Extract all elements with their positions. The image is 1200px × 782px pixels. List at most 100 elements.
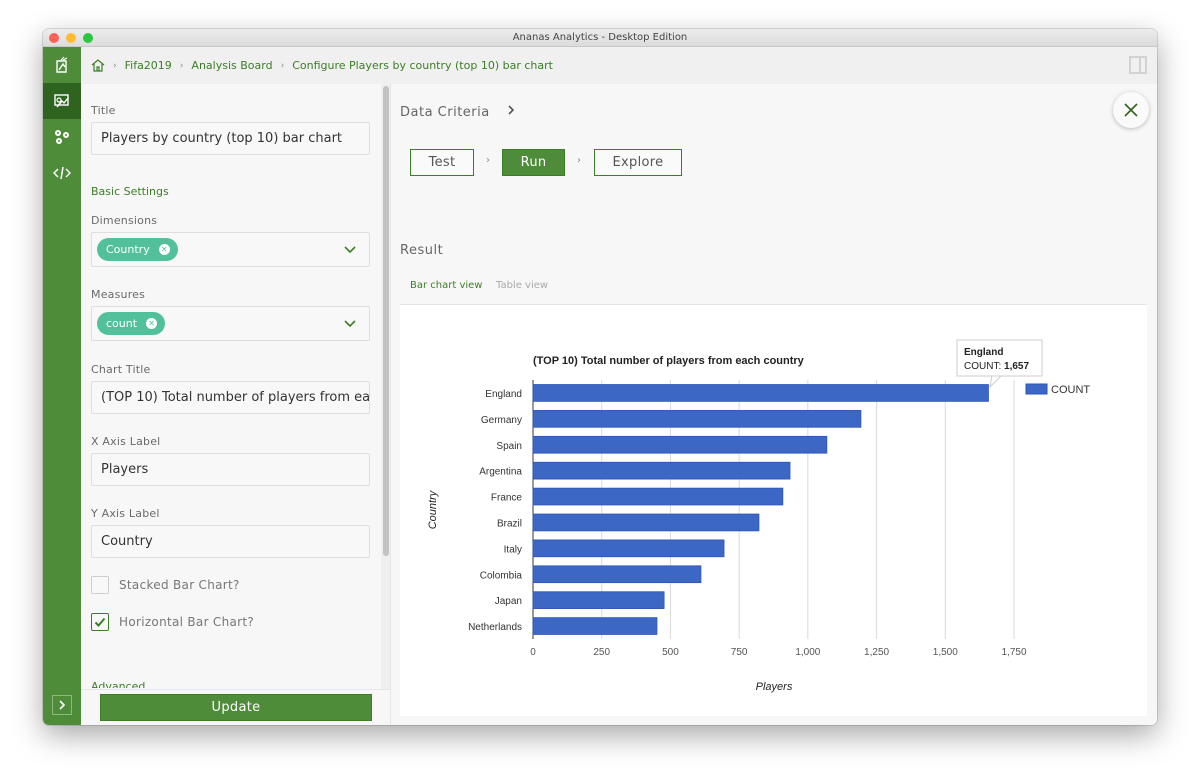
expand-rail-button[interactable]	[52, 695, 72, 715]
x-tick-label: 500	[662, 647, 679, 658]
rail-item-settings[interactable]	[43, 119, 81, 155]
rail-item-analysis-board[interactable]	[43, 47, 81, 83]
dimension-chip-label: Country	[106, 243, 150, 256]
breadcrumb-item-current: Configure Players by country (top 10) ba…	[292, 59, 553, 72]
bar[interactable]	[532, 565, 702, 584]
legend-label: COUNT	[1051, 384, 1090, 396]
title-label: Title	[91, 104, 116, 117]
dimensions-label: Dimensions	[91, 214, 158, 227]
x-axis-input[interactable]: Players	[91, 453, 370, 486]
y-tick-label: Japan	[495, 596, 522, 607]
scrollbar-thumb[interactable]	[383, 86, 389, 556]
bar[interactable]	[532, 513, 760, 532]
chart-edit-icon	[54, 94, 69, 108]
rail-item-visualization[interactable]	[43, 83, 81, 119]
gears-icon	[55, 130, 69, 144]
tab-bar-chart-view[interactable]: Bar chart view	[410, 280, 482, 291]
bar[interactable]	[532, 539, 725, 558]
tooltip-number: 1,657	[1004, 361, 1029, 372]
scrollbar-track[interactable]	[381, 84, 390, 689]
bar[interactable]	[532, 435, 828, 454]
bar[interactable]	[532, 461, 791, 480]
y-tick-label: Spain	[496, 441, 522, 452]
y-tick-label: England	[485, 389, 522, 400]
measure-chip-label: count	[106, 317, 138, 330]
breadcrumb-item-project[interactable]: Fifa2019	[125, 59, 172, 72]
run-step-button[interactable]: Run	[502, 149, 565, 176]
chevron-right-icon	[508, 105, 515, 115]
measures-select[interactable]: count ✕	[91, 306, 370, 341]
checkmark-icon	[94, 617, 106, 627]
x-tick-label: 0	[530, 647, 536, 658]
chevron-right-icon	[59, 700, 66, 710]
chart-title-label: Chart Title	[91, 363, 151, 376]
legend: COUNT	[1025, 383, 1090, 396]
update-button[interactable]: Update	[100, 694, 372, 721]
x-axis-label: X Axis Label	[91, 435, 161, 448]
horizontal-label: Horizontal Bar Chart?	[119, 615, 255, 629]
rail-item-code[interactable]	[43, 155, 81, 191]
breadcrumb-separator: ›	[113, 60, 117, 71]
breadcrumb: › Fifa2019 › Analysis Board › Configure …	[81, 47, 1157, 84]
close-button[interactable]	[1113, 92, 1149, 128]
stacked-checkbox[interactable]	[91, 576, 109, 594]
tab-table-view[interactable]: Table view	[496, 280, 548, 291]
chevron-down-icon[interactable]	[343, 316, 357, 330]
code-icon	[53, 166, 71, 180]
home-icon[interactable]	[91, 59, 105, 72]
measure-chip: count ✕	[97, 312, 166, 335]
breadcrumb-separator: ›	[179, 60, 184, 71]
basic-settings-heading: Basic Settings	[91, 185, 169, 198]
x-tick-label: 1,750	[1001, 647, 1026, 658]
chart-title-input[interactable]: (TOP 10) Total number of players from ea…	[91, 381, 370, 414]
x-tick-label: 1,500	[933, 647, 958, 658]
chevron-down-icon[interactable]	[343, 242, 357, 256]
nav-rail	[43, 47, 81, 725]
y-tick-label: Italy	[504, 544, 522, 555]
tooltip-pointer	[989, 374, 1004, 389]
bar[interactable]	[532, 410, 862, 428]
y-tick-label: Colombia	[480, 570, 523, 581]
y-axis-label: Y Axis Label	[91, 507, 160, 520]
dimension-chip: Country ✕	[97, 238, 178, 261]
stacked-label: Stacked Bar Chart?	[119, 578, 240, 592]
step-separator: ›	[577, 155, 581, 166]
y-axis-title: Country	[427, 489, 439, 529]
bar[interactable]	[532, 487, 784, 506]
horizontal-checkbox[interactable]	[91, 613, 109, 631]
tooltip-category: England	[964, 347, 1003, 358]
app-window: Ananas Analytics - Desktop Edition › Fif…	[43, 29, 1157, 725]
bar[interactable]	[532, 591, 665, 609]
breadcrumb-separator: ›	[280, 60, 285, 71]
data-criteria-label: Data Criteria	[400, 105, 490, 120]
close-icon	[1124, 103, 1138, 117]
config-panel: Title Players by country (top 10) bar ch…	[81, 84, 391, 725]
bar[interactable]	[532, 617, 658, 635]
measures-label: Measures	[91, 288, 146, 301]
test-step-button[interactable]: Test	[410, 149, 474, 176]
result-heading: Result	[400, 243, 444, 258]
main-panel: Data Criteria Test › Run › Explore Resul…	[392, 84, 1157, 725]
remove-chip-icon[interactable]: ✕	[158, 244, 170, 255]
chart-container: England Germany Spain Argentina France Brazil…	[400, 304, 1147, 716]
data-criteria-heading[interactable]: Data Criteria	[400, 104, 516, 120]
title-input[interactable]: Players by country (top 10) bar chart	[91, 122, 370, 155]
y-axis-input[interactable]: Country	[91, 525, 370, 558]
explore-step-button[interactable]: Explore	[594, 149, 682, 176]
x-tick-label: 750	[731, 647, 748, 658]
remove-chip-icon[interactable]: ✕	[146, 318, 158, 329]
tooltip-series: COUNT	[964, 361, 999, 372]
y-tick-label: France	[491, 493, 523, 504]
step-separator: ›	[486, 155, 490, 166]
y-tick-label: Argentina	[479, 467, 522, 478]
chart-title: (TOP 10) Total number of players from ea…	[533, 355, 805, 367]
x-axis-title: Players	[756, 681, 793, 693]
clipboard-chart-icon	[56, 56, 68, 73]
advanced-heading[interactable]: Advanced	[91, 680, 145, 688]
bar-chart: England Germany Spain Argentina France Brazil…	[427, 339, 1090, 693]
bar[interactable]	[532, 384, 989, 402]
dimensions-select[interactable]: Country ✕	[91, 232, 370, 267]
x-tick-label: 1,250	[864, 647, 889, 658]
toggle-panel-button[interactable]	[1129, 56, 1147, 74]
breadcrumb-item-board[interactable]: Analysis Board	[191, 59, 272, 72]
